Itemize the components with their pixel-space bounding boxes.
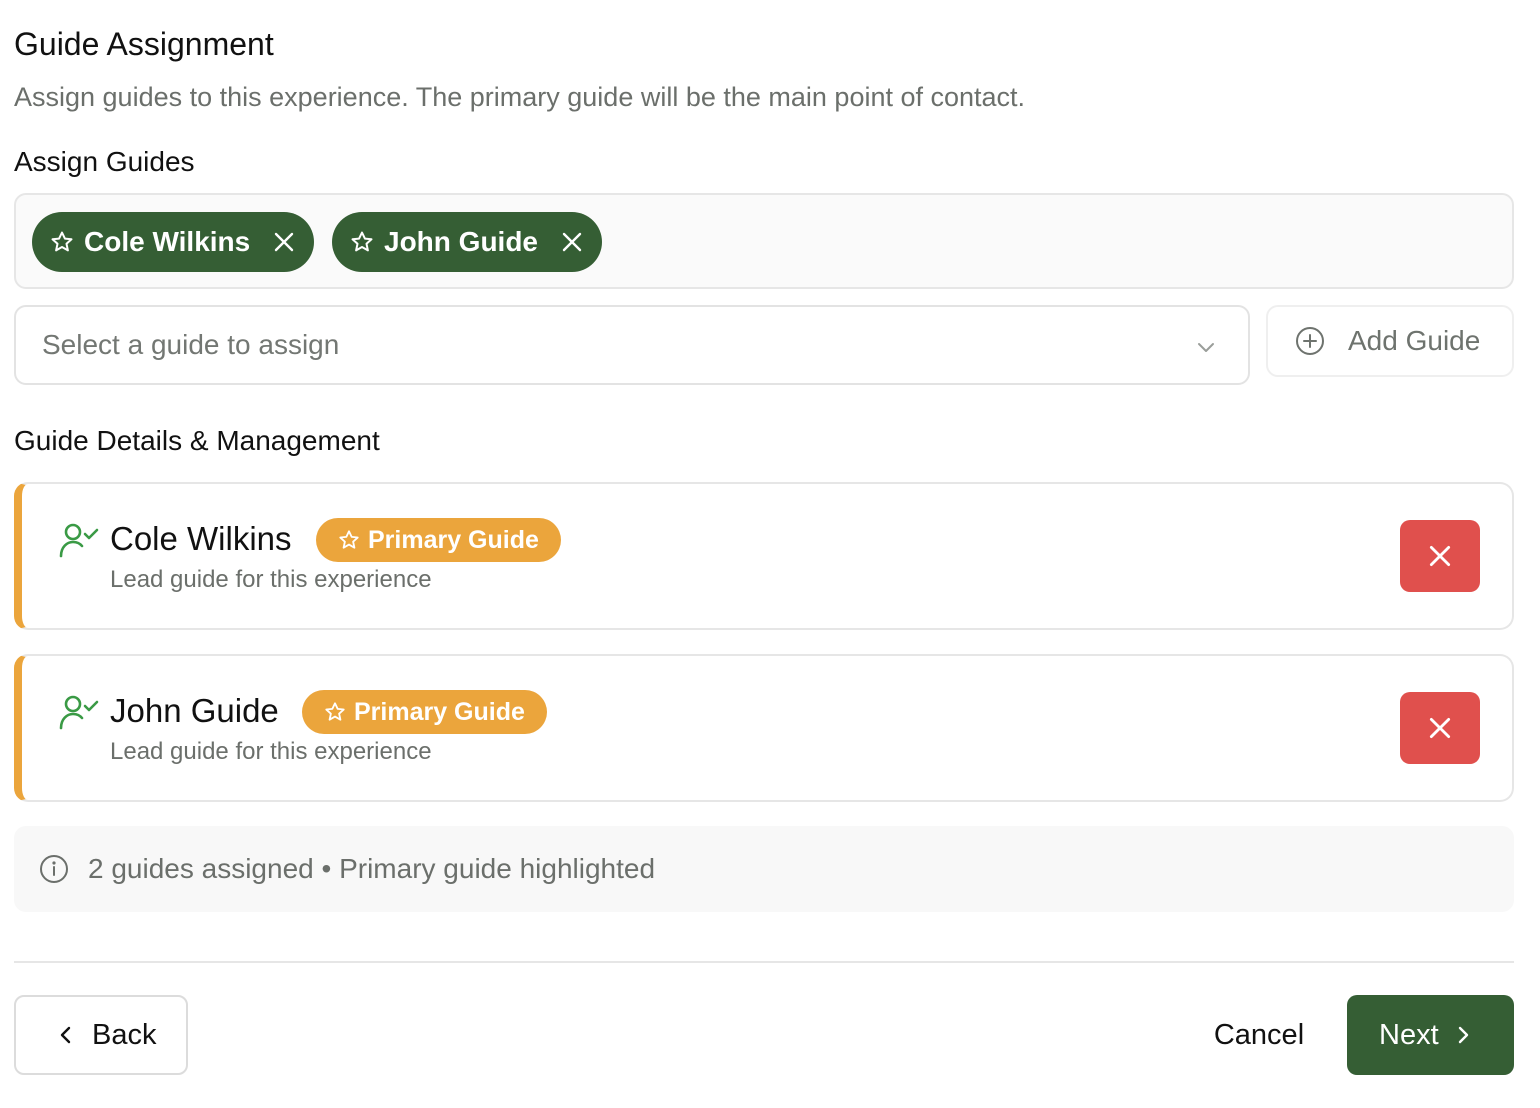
next-button-label: Next [1379, 1018, 1439, 1051]
star-icon [325, 702, 345, 721]
next-button[interactable]: Next [1347, 995, 1514, 1075]
info-icon [40, 855, 68, 883]
remove-guide-button[interactable] [1400, 520, 1480, 592]
assignment-summary-text: 2 guides assigned • Primary guide highli… [88, 853, 656, 884]
cancel-button[interactable]: Cancel [1194, 995, 1324, 1075]
cancel-button-label: Cancel [1213, 1018, 1305, 1051]
guide-chip-label: John Guide [384, 226, 538, 257]
remove-guide-button[interactable] [1400, 692, 1480, 764]
primary-guide-badge: Primary Guide [316, 518, 561, 562]
guide-description: Lead guide for this experience [110, 738, 432, 765]
guide-name: Cole Wilkins [110, 520, 292, 557]
close-icon [1429, 717, 1451, 739]
close-icon[interactable] [560, 230, 584, 254]
primary-guide-badge-label: Primary Guide [368, 525, 539, 554]
guide-card: Cole Wilkins Primary Guide Lead guide fo… [14, 482, 1514, 630]
chevron-left-icon [60, 1026, 71, 1044]
back-button[interactable]: Back [14, 995, 188, 1075]
guide-assignment-page: Guide Assignment Assign guides to this e… [14, 0, 1514, 1108]
chevron-down-icon [1198, 343, 1214, 352]
assign-guides-label: Assign Guides [14, 146, 195, 177]
chevron-right-icon [1458, 1026, 1468, 1044]
guide-card: John Guide Primary Guide Lead guide for … [14, 654, 1514, 802]
guide-chip: John Guide [332, 212, 602, 272]
guide-chip: Cole Wilkins [32, 212, 315, 272]
add-guide-button[interactable]: Add Guide [1266, 305, 1514, 377]
star-icon [351, 231, 373, 252]
add-guide-label: Add Guide [1348, 325, 1481, 356]
guide-select-placeholder: Select a guide to assign [42, 329, 340, 360]
guide-description: Lead guide for this experience [110, 566, 432, 593]
guide-details-label: Guide Details & Management [14, 425, 380, 456]
page-subtitle: Assign guides to this experience. The pr… [14, 82, 1026, 112]
plus-circle-icon [1296, 327, 1324, 355]
back-button-label: Back [92, 1018, 157, 1051]
user-check-icon [59, 695, 99, 730]
guide-select[interactable]: Select a guide to assign [14, 305, 1250, 385]
primary-guide-badge-label: Primary Guide [354, 697, 525, 726]
guide-chip-label: Cole Wilkins [84, 226, 251, 257]
assigned-guides-box: Cole Wilkins John Guide [14, 193, 1514, 289]
footer-divider [14, 961, 1514, 963]
page-title: Guide Assignment [14, 26, 274, 62]
star-icon [51, 231, 73, 252]
guide-name: John Guide [110, 692, 279, 729]
primary-guide-badge: Primary Guide [302, 690, 547, 734]
close-icon [1429, 545, 1451, 567]
star-icon [339, 530, 359, 549]
user-check-icon [59, 523, 99, 558]
close-icon[interactable] [272, 230, 296, 254]
assignment-summary: 2 guides assigned • Primary guide highli… [14, 826, 1514, 912]
